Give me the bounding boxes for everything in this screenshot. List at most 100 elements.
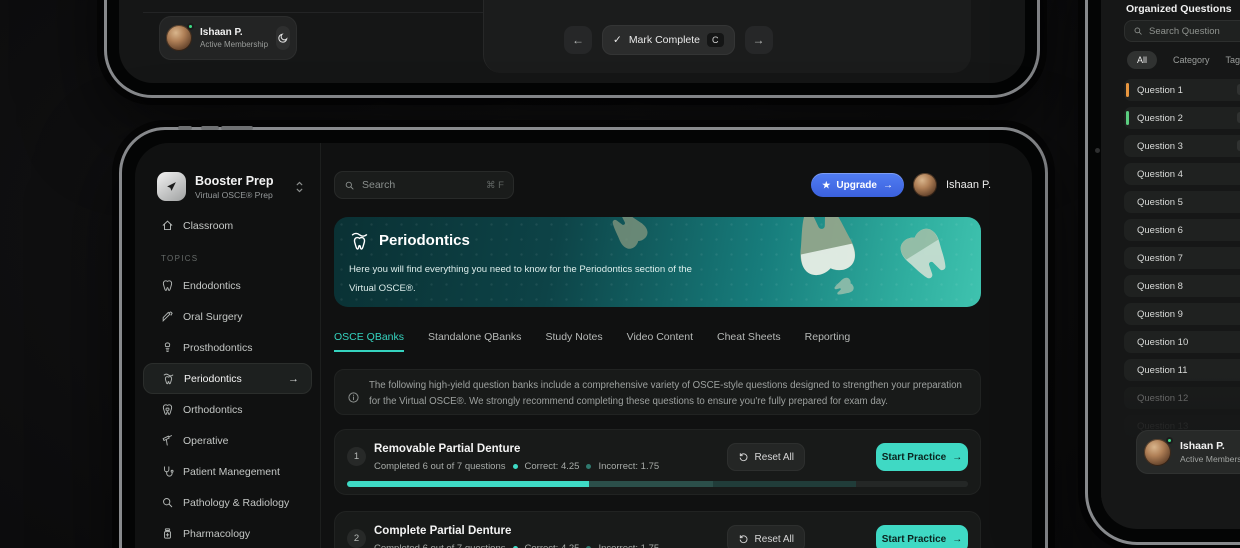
sidebar-item-patient-management[interactable]: Patient Manegement — [135, 456, 320, 487]
avatar — [1144, 439, 1171, 466]
sidebar-item-oral-surgery[interactable]: Oral Surgery — [135, 301, 320, 332]
qbank-title: Complete Partial Denture — [374, 525, 511, 537]
question-list-item[interactable]: Question 12 — [1124, 387, 1240, 409]
qbank-incorrect-text: Incorrect: 1.75 — [598, 543, 659, 548]
tablet-right-screen: Organized Questions All Category Tag Que… — [1101, 0, 1240, 529]
reset-all-button[interactable]: Reset All — [727, 525, 805, 548]
filter-category[interactable]: Category — [1173, 51, 1210, 69]
qbank-correct-text: Correct: 4.25 — [525, 543, 580, 548]
topics-list: Endodontics Oral Surgery Prosthodontics — [135, 270, 320, 548]
dark-mode-toggle[interactable] — [276, 26, 290, 50]
sidebar-item-label: Oral Surgery — [183, 311, 243, 323]
mark-complete-button[interactable]: ✓ Mark Complete C — [602, 25, 735, 55]
arrow-right-icon: → — [952, 452, 962, 463]
booster-prep-app: Booster Prep Virtual OSCE® Prep Classroo… — [135, 143, 1032, 548]
qbank-card: 1 Removable Partial Denture Completed 6 … — [334, 429, 981, 495]
divider — [143, 12, 483, 13]
question-label: Question 11 — [1137, 365, 1188, 376]
start-practice-button[interactable]: Start Practice → — [876, 443, 968, 471]
sidebar-item-pharmacology[interactable]: Pharmacology — [135, 518, 320, 548]
sidebar-item-label: Orthodontics — [183, 404, 243, 416]
sidebar-item-periodontics[interactable]: Periodontics → — [143, 363, 312, 394]
camera-dot — [1095, 148, 1100, 153]
filter-all[interactable]: All — [1127, 51, 1157, 69]
next-question-button[interactable]: → — [745, 26, 773, 54]
question-list-item[interactable]: Question 11 — [1124, 359, 1240, 381]
question-list-item[interactable]: Question 8 — [1124, 275, 1240, 297]
question-list-item[interactable]: Question 9 — [1124, 303, 1240, 325]
question-list-item[interactable]: Question 6 — [1124, 219, 1240, 241]
tab-study-notes[interactable]: Study Notes — [545, 331, 602, 352]
shortcut-key-badge: C — [707, 33, 724, 47]
question-label: Question 1 — [1137, 85, 1183, 96]
device-button — [221, 126, 253, 130]
tooth-icon — [161, 279, 174, 292]
arrow-right-icon: → — [288, 373, 299, 385]
sidebar-item-orthodontics[interactable]: Orthodontics — [135, 394, 320, 425]
start-practice-button[interactable]: Start Practice → — [876, 525, 968, 548]
banner-description: Here you will find everything you need t… — [349, 261, 697, 298]
upgrade-button[interactable]: ★ Upgrade → — [811, 173, 904, 197]
sidebar-item-label: Pharmacology — [183, 528, 250, 540]
tab-cheat-sheets[interactable]: Cheat Sheets — [717, 331, 781, 352]
previous-question-button[interactable]: ← — [564, 26, 592, 54]
user-card[interactable]: Ishaan P. Active Membership — [159, 16, 297, 60]
tablet-frame-main: Booster Prep Virtual OSCE® Prep Classroo… — [119, 127, 1048, 548]
info-note-text: The following high-yield question banks … — [369, 378, 968, 414]
question-list-item[interactable]: Question 1 — [1124, 79, 1240, 101]
question-search-input[interactable] — [1124, 20, 1240, 42]
tab-standalone-qbanks[interactable]: Standalone QBanks — [428, 331, 521, 352]
user-card[interactable]: Ishaan P. Active Membership — [1136, 430, 1240, 474]
search-shortcut-hint: ⌘ F — [486, 180, 504, 191]
question-list-item[interactable]: Question 2 — [1124, 107, 1240, 129]
implant-icon — [161, 341, 174, 354]
qbank-incorrect-text: Incorrect: 1.75 — [598, 461, 659, 472]
question-label: Question 5 — [1137, 197, 1183, 208]
brand-switcher[interactable]: Booster Prep Virtual OSCE® Prep — [157, 172, 305, 201]
magnifier-icon — [161, 496, 174, 509]
reset-icon — [738, 534, 749, 545]
tablet-main-screen: Booster Prep Virtual OSCE® Prep Classroo… — [135, 143, 1032, 548]
sidebar-item-label: Classroom — [183, 220, 233, 232]
screenshot-canvas: Ishaan P. Active Membership ← ✓ Mark Com… — [0, 0, 1240, 548]
membership-label: Active Membership — [1180, 454, 1240, 464]
question-list-item[interactable]: Question 3 — [1124, 135, 1240, 157]
sidebar-item-prosthodontics[interactable]: Prosthodontics — [135, 332, 320, 363]
membership-label: Active Membership — [200, 40, 268, 49]
tab-osce-qbanks[interactable]: OSCE QBanks — [334, 331, 404, 352]
tab-video-content[interactable]: Video Content — [627, 331, 693, 352]
stethoscope-icon — [161, 465, 174, 478]
app-sidebar: Booster Prep Virtual OSCE® Prep Classroo… — [135, 143, 321, 548]
question-list-item[interactable]: Question 10 — [1124, 331, 1240, 353]
search-field[interactable] — [362, 179, 479, 191]
search-icon — [344, 180, 355, 191]
sidebar-item-label: Operative — [183, 435, 229, 447]
question-list-item[interactable]: Question 5 — [1124, 191, 1240, 213]
chevron-up-down-icon — [294, 180, 305, 194]
topbar: ⌘ F ★ Upgrade → Ishaan P. — [334, 171, 991, 199]
filter-tag[interactable]: Tag — [1226, 51, 1240, 69]
star-icon: ★ — [822, 180, 830, 191]
reset-all-button[interactable]: Reset All — [727, 443, 805, 471]
tablet-top-screen: Ishaan P. Active Membership ← ✓ Mark Com… — [119, 0, 1025, 83]
lesson-footer-panel: ← ✓ Mark Complete C → — [483, 0, 971, 73]
search-icon — [1133, 26, 1143, 36]
sidebar-item-operative[interactable]: Operative — [135, 425, 320, 456]
question-list-item[interactable]: Question 7 — [1124, 247, 1240, 269]
correct-dot — [513, 464, 518, 469]
braces-tooth-icon — [161, 403, 174, 416]
gum-tooth-icon — [349, 230, 370, 251]
arrow-left-icon: ← — [572, 33, 584, 47]
sidebar-item-endodontics[interactable]: Endodontics — [135, 270, 320, 301]
tab-reporting[interactable]: Reporting — [805, 331, 851, 352]
avatar[interactable] — [913, 173, 937, 197]
question-list-item[interactable]: Question 4 — [1124, 163, 1240, 185]
user-name: Ishaan P. — [1180, 440, 1240, 454]
sidebar-item-classroom[interactable]: Classroom — [161, 219, 233, 232]
sidebar-item-pathology-radiology[interactable]: Pathology & Radiology — [135, 487, 320, 518]
rocket-logo-icon — [157, 172, 186, 201]
device-button — [201, 126, 219, 130]
question-search-field[interactable] — [1149, 26, 1240, 37]
search-input[interactable]: ⌘ F — [334, 171, 514, 199]
question-label: Question 9 — [1137, 309, 1183, 320]
